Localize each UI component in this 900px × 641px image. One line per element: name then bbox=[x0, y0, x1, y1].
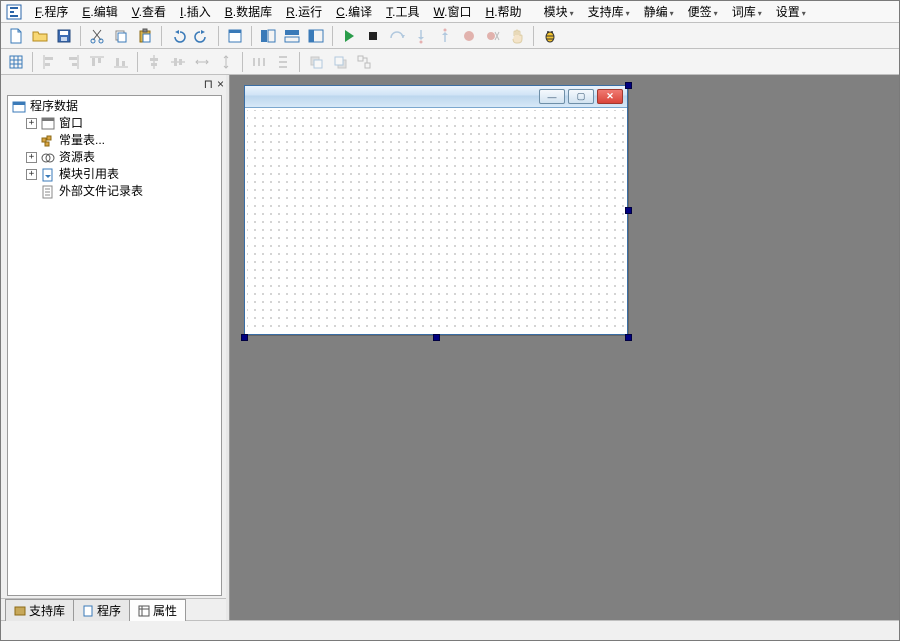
distribute-vert-icon[interactable] bbox=[272, 51, 294, 73]
align-top-icon[interactable] bbox=[86, 51, 108, 73]
expander-icon[interactable]: + bbox=[26, 152, 37, 163]
step-out-icon[interactable] bbox=[434, 25, 456, 47]
menu-insert[interactable]: I.插入 bbox=[174, 1, 217, 22]
align-left-icon[interactable] bbox=[38, 51, 60, 73]
menu-view[interactable]: V.查看 bbox=[126, 1, 172, 22]
resize-handle[interactable] bbox=[618, 75, 638, 95]
menu-extra-dict[interactable]: 词库 bbox=[726, 1, 768, 22]
menu-tools[interactable]: T.工具 bbox=[380, 1, 425, 22]
maximize-button[interactable]: ▢ bbox=[568, 89, 594, 104]
new-file-icon[interactable] bbox=[5, 25, 27, 47]
constants-node-icon bbox=[41, 134, 55, 148]
same-height-icon[interactable] bbox=[215, 51, 237, 73]
resize-handle[interactable] bbox=[618, 200, 638, 220]
form-title-bar: — ▢ ✕ bbox=[245, 86, 627, 108]
tab-properties[interactable]: 属性 bbox=[129, 599, 186, 621]
redo-icon[interactable] bbox=[191, 25, 213, 47]
left-dock-panel: ⊓ × 程序数据 + bbox=[1, 75, 229, 620]
menu-extra-module[interactable]: 模块 bbox=[538, 1, 580, 22]
minimize-button[interactable]: — bbox=[539, 89, 565, 104]
tree-item-constants[interactable]: 常量表... bbox=[57, 132, 107, 149]
align-bottom-icon[interactable] bbox=[110, 51, 132, 73]
tab-support-lib[interactable]: 支持库 bbox=[5, 599, 74, 621]
app-logo-icon bbox=[5, 3, 23, 21]
menu-bar: F.程序 E.编辑 V.查看 I.插入 B.数据库 R.运行 C.编译 T.工具… bbox=[1, 1, 899, 23]
menu-compile[interactable]: C.编译 bbox=[330, 1, 378, 22]
resize-handle[interactable] bbox=[426, 327, 446, 347]
hand-icon[interactable] bbox=[506, 25, 528, 47]
dock-title-bar: ⊓ × bbox=[1, 75, 228, 93]
menu-extra-support-lib[interactable]: 支持库 bbox=[582, 1, 636, 22]
clear-breakpoints-icon[interactable] bbox=[482, 25, 504, 47]
send-back-icon[interactable] bbox=[329, 51, 351, 73]
expander-icon[interactable]: + bbox=[26, 169, 37, 180]
window-node-icon bbox=[41, 117, 55, 131]
resize-handle[interactable] bbox=[234, 327, 254, 347]
menu-extra-note[interactable]: 便签 bbox=[682, 1, 724, 22]
step-into-icon[interactable] bbox=[410, 25, 432, 47]
menu-run[interactable]: R.运行 bbox=[280, 1, 328, 22]
module-ref-node-icon bbox=[41, 168, 55, 182]
application-window: F.程序 E.编辑 V.查看 I.插入 B.数据库 R.运行 C.编译 T.工具… bbox=[0, 0, 900, 641]
tab-order-icon[interactable] bbox=[353, 51, 375, 73]
layout-b-icon[interactable] bbox=[281, 25, 303, 47]
external-files-node-icon bbox=[41, 185, 55, 199]
pin-icon[interactable]: ⊓ bbox=[204, 77, 213, 91]
toolbar-layout bbox=[1, 49, 899, 75]
copy-icon[interactable] bbox=[110, 25, 132, 47]
tree-item-window[interactable]: 窗口 bbox=[57, 115, 85, 132]
tree-item-module-ref[interactable]: 模块引用表 bbox=[57, 166, 121, 183]
cut-icon[interactable] bbox=[86, 25, 108, 47]
stop-icon[interactable] bbox=[362, 25, 384, 47]
workspace: ⊓ × 程序数据 + bbox=[1, 75, 899, 620]
tab-program[interactable]: 程序 bbox=[73, 599, 130, 621]
layout-a-icon[interactable] bbox=[257, 25, 279, 47]
same-width-icon[interactable] bbox=[191, 51, 213, 73]
resources-node-icon bbox=[41, 151, 55, 165]
splitter-handle[interactable] bbox=[226, 75, 230, 620]
center-vert-icon[interactable] bbox=[167, 51, 189, 73]
paste-icon[interactable] bbox=[134, 25, 156, 47]
undo-icon[interactable] bbox=[167, 25, 189, 47]
run-icon[interactable] bbox=[338, 25, 360, 47]
save-icon[interactable] bbox=[53, 25, 75, 47]
form-designer-icon[interactable] bbox=[224, 25, 246, 47]
form-window[interactable]: — ▢ ✕ bbox=[244, 85, 628, 335]
open-file-icon[interactable] bbox=[29, 25, 51, 47]
tree-item-external-files[interactable]: 外部文件记录表 bbox=[57, 183, 145, 200]
menu-extra-settings[interactable]: 设置 bbox=[770, 1, 812, 22]
resize-handle[interactable] bbox=[618, 327, 638, 347]
menu-extra-static-compile[interactable]: 静编 bbox=[638, 1, 680, 22]
layout-c-icon[interactable] bbox=[305, 25, 327, 47]
menu-edit[interactable]: E.编辑 bbox=[76, 1, 123, 22]
menu-program[interactable]: F.程序 bbox=[29, 1, 74, 22]
tree-item-resources[interactable]: 资源表 bbox=[57, 149, 97, 166]
program-root-icon bbox=[12, 100, 26, 114]
designer-canvas[interactable]: — ▢ ✕ bbox=[229, 75, 899, 620]
align-right-icon[interactable] bbox=[62, 51, 84, 73]
toolbar-standard bbox=[1, 23, 899, 49]
form-client-area[interactable] bbox=[247, 110, 625, 332]
distribute-horiz-icon[interactable] bbox=[248, 51, 270, 73]
close-panel-icon[interactable]: × bbox=[217, 77, 224, 91]
menu-help[interactable]: H.帮助 bbox=[480, 1, 528, 22]
center-horiz-icon[interactable] bbox=[143, 51, 165, 73]
toggle-breakpoint-icon[interactable] bbox=[458, 25, 480, 47]
grid-icon[interactable] bbox=[5, 51, 27, 73]
program-tree[interactable]: 程序数据 + 窗口 bbox=[7, 95, 222, 596]
status-bar bbox=[1, 620, 899, 640]
expander-icon[interactable]: + bbox=[26, 118, 37, 129]
bring-front-icon[interactable] bbox=[305, 51, 327, 73]
menu-window[interactable]: W.窗口 bbox=[428, 1, 478, 22]
bee-icon[interactable] bbox=[539, 25, 561, 47]
step-over-icon[interactable] bbox=[386, 25, 408, 47]
left-dock-tabs: 支持库 程序 属性 bbox=[1, 598, 228, 620]
tree-root-label[interactable]: 程序数据 bbox=[28, 98, 80, 115]
menu-database[interactable]: B.数据库 bbox=[219, 1, 278, 22]
